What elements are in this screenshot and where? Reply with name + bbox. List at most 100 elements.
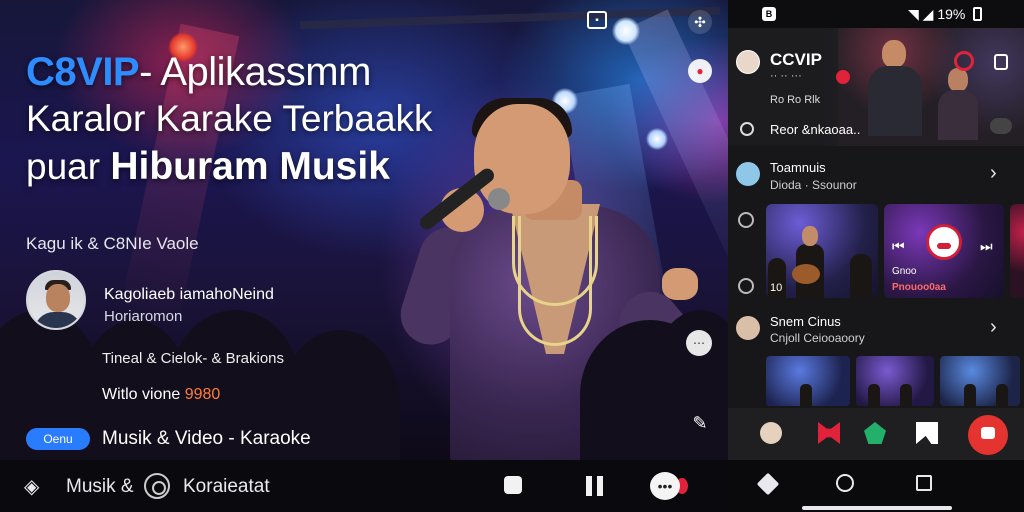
channel-title: CCVIP (770, 50, 822, 69)
chevron-right-icon[interactable]: › (990, 162, 997, 185)
list-item-title: Toamnuis (770, 160, 826, 175)
app-icon-red[interactable] (818, 422, 840, 444)
channel-meta: Ro Ro Rlk (770, 94, 821, 106)
profile-avatar[interactable] (760, 422, 782, 444)
hero-banner: C8VIP- Aplikassmm Karalor Karake Terbaak… (0, 0, 728, 460)
hero-title-line3: puar Hiburam Musik (26, 147, 466, 186)
avatar (736, 162, 760, 186)
edit-icon[interactable]: ✎ (688, 411, 712, 435)
video-thumbnail[interactable] (1010, 204, 1024, 298)
app-icon-green[interactable] (864, 422, 886, 444)
performer-head (948, 68, 968, 92)
phone-app-screen: B ◥ ◢ 19% CCVIP ·· ·· ··· Ro Ro Rlk Reor… (728, 0, 1024, 512)
back-icon[interactable] (756, 472, 780, 496)
singer-hand (662, 268, 698, 300)
toolbar-label-karaoke[interactable]: Koraieatat (183, 476, 270, 498)
system-nav-bar (728, 460, 1024, 512)
karaoke-logo-icon[interactable] (144, 473, 170, 499)
play-pause-icon[interactable] (916, 422, 938, 444)
performer-figure (938, 68, 978, 140)
battery-icon (973, 7, 983, 21)
hero-title-line1: C8VIP- Aplikassmm (26, 52, 466, 92)
video-player-thumbnail[interactable]: ⏮ ⏭ Gnoo Pnouoo0aa (884, 204, 1004, 298)
hero-price-line: Witlo vione 9980 (102, 386, 220, 404)
square-icon[interactable]: ▪ (587, 11, 607, 29)
profile-card[interactable]: Kagoliaeb iamahoNeind Horiaromon (26, 270, 274, 330)
live-card[interactable]: CCVIP ·· ·· ··· Ro Ro Rlk Reor &nkaoaa.. (728, 28, 1024, 146)
brand-name: C8VIP (26, 50, 140, 94)
bottom-dock (728, 408, 1024, 460)
status-indicators: ◥ ◢ 19% (908, 6, 983, 23)
profile-role: Horiaromon (104, 308, 183, 325)
hero-title-bold: Hiburam Musik (110, 145, 390, 188)
performer-figure (900, 384, 912, 406)
list-item-subtitle: Dioda · Ssounor (770, 178, 857, 192)
channel-subtitle: ·· ·· ··· (770, 70, 802, 82)
circle-icon[interactable] (738, 278, 754, 294)
hero-title-prefix: puar (26, 146, 101, 187)
pause-button[interactable] (586, 476, 604, 496)
performer-figure (868, 384, 880, 406)
chevron-right-icon[interactable]: › (990, 316, 997, 339)
next-icon[interactable]: ⏭ (980, 238, 993, 255)
performer-body (868, 66, 922, 136)
comment-icon[interactable] (740, 122, 754, 136)
bottom-toolbar: ◈ Musik & Koraieatat (0, 460, 728, 512)
profile-name: Kagoliaeb iamahoNeind (104, 286, 274, 303)
lock-icon[interactable] (994, 54, 1008, 70)
performer-figure (964, 384, 976, 406)
chat-bubble-icon[interactable] (990, 118, 1012, 134)
more-icon[interactable]: ⋯ (686, 330, 712, 356)
hero-title-line2: Karalor Karake Terbaakk (26, 98, 433, 139)
stage-light (612, 17, 640, 45)
video-thumbnail[interactable]: 10 (766, 204, 878, 298)
tag-icon[interactable]: ◈ (24, 474, 39, 499)
status-bar: B ◥ ◢ 19% (728, 0, 1024, 28)
performer-head (802, 226, 818, 246)
price-label: Witlo vione (102, 386, 181, 403)
list-item[interactable]: Toamnuis Dioda · Ssounor › (728, 146, 1024, 202)
video-thumbnail[interactable] (856, 356, 934, 406)
signal-icon: ◢ (922, 6, 934, 22)
video-number: 10 (770, 282, 783, 294)
gesture-handle[interactable] (802, 506, 952, 510)
hero-info-line: Tineal & Cielok- & Brakions (102, 350, 285, 367)
microphone-head (488, 188, 510, 210)
home-icon[interactable] (836, 474, 854, 492)
more-options-button[interactable]: ••• (650, 472, 680, 500)
avatar[interactable] (26, 270, 86, 330)
performer-figure (996, 384, 1008, 406)
video-thumbnail[interactable] (940, 356, 1020, 406)
recent-apps-icon[interactable] (916, 475, 932, 491)
video-subtitle: Pnouoo0aa (892, 282, 946, 293)
video-thumbnail[interactable] (766, 356, 850, 406)
performer-figure (800, 384, 812, 406)
list-item[interactable]: Snem Cinus Cnjoll Ceiooaoory › (728, 306, 1024, 352)
channel-avatar[interactable] (736, 50, 760, 74)
share-icon[interactable]: ✣ (688, 10, 712, 34)
wifi-icon: ◥ (908, 6, 919, 22)
avatar-suit (34, 312, 82, 328)
stop-button[interactable] (504, 476, 522, 494)
hero-title: C8VIP- Aplikassmm Karalor Karake Terbaak… (26, 52, 466, 186)
category-pill-button[interactable]: Oenu (26, 428, 90, 450)
toolbar-label-music[interactable]: Musik & (66, 476, 134, 498)
list-item-subtitle: Cnjoll Ceiooaoory (770, 331, 865, 345)
guitar-icon (792, 264, 820, 284)
hero-title-rest: - Aplikassmm (139, 50, 371, 94)
performer-figure (850, 254, 872, 298)
app-notification-icon: B (762, 7, 776, 21)
live-badge (836, 70, 850, 84)
hero-subline: Kagu ik & C8NIe Vaole (26, 234, 199, 253)
performer-head (882, 40, 906, 68)
play-button[interactable] (926, 224, 962, 260)
previous-icon[interactable]: ⏮ (892, 238, 905, 255)
chat-fab-button[interactable] (968, 415, 1008, 455)
search-icon[interactable] (954, 51, 974, 71)
avatar (736, 316, 760, 340)
circle-icon[interactable] (738, 212, 754, 228)
live-caption: Reor &nkaoaa.. (770, 122, 861, 137)
singer-chain (518, 216, 592, 346)
performer-body (938, 90, 978, 140)
pin-icon[interactable]: ● (688, 59, 712, 83)
